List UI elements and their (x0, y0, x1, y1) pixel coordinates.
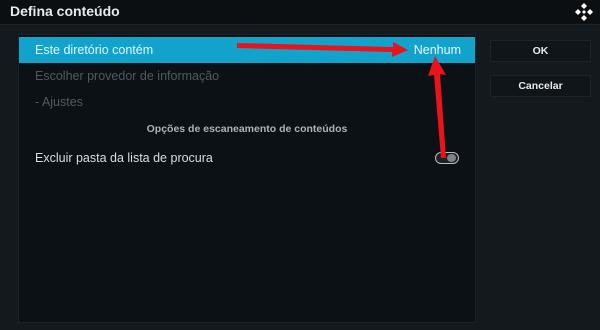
exclude-folder-row[interactable]: Excluir pasta da lista de procura (19, 145, 475, 171)
provider-settings-label: - Ajustes (35, 95, 83, 109)
toggle-knob (447, 154, 456, 162)
content-type-value: Nenhum (413, 43, 461, 57)
scan-options-header: Opções de escaneamento de conteúdos (146, 123, 348, 135)
content-type-row[interactable]: Este diretório contém Nenhum (19, 37, 475, 63)
ok-button[interactable]: OK (490, 40, 591, 62)
settings-list: Este diretório contém Nenhum Escolher pr… (18, 34, 476, 323)
dialog-titlebar: Defina conteúdo (0, 0, 600, 25)
set-content-dialog: Defina conteúdo Este diretório contém Ne… (0, 0, 600, 330)
exclude-folder-toggle[interactable] (435, 152, 459, 164)
content-type-label: Este diretório contém (35, 43, 154, 57)
choose-provider-label: Escolher provedor de informação (35, 69, 220, 83)
exclude-folder-label: Excluir pasta da lista de procura (35, 151, 213, 165)
cancel-button[interactable]: Cancelar (490, 75, 591, 97)
provider-settings-row: - Ajustes (19, 89, 475, 115)
kodi-logo-icon (575, 3, 593, 21)
choose-provider-row: Escolher provedor de informação (19, 63, 475, 89)
dialog-title: Defina conteúdo (10, 3, 120, 19)
